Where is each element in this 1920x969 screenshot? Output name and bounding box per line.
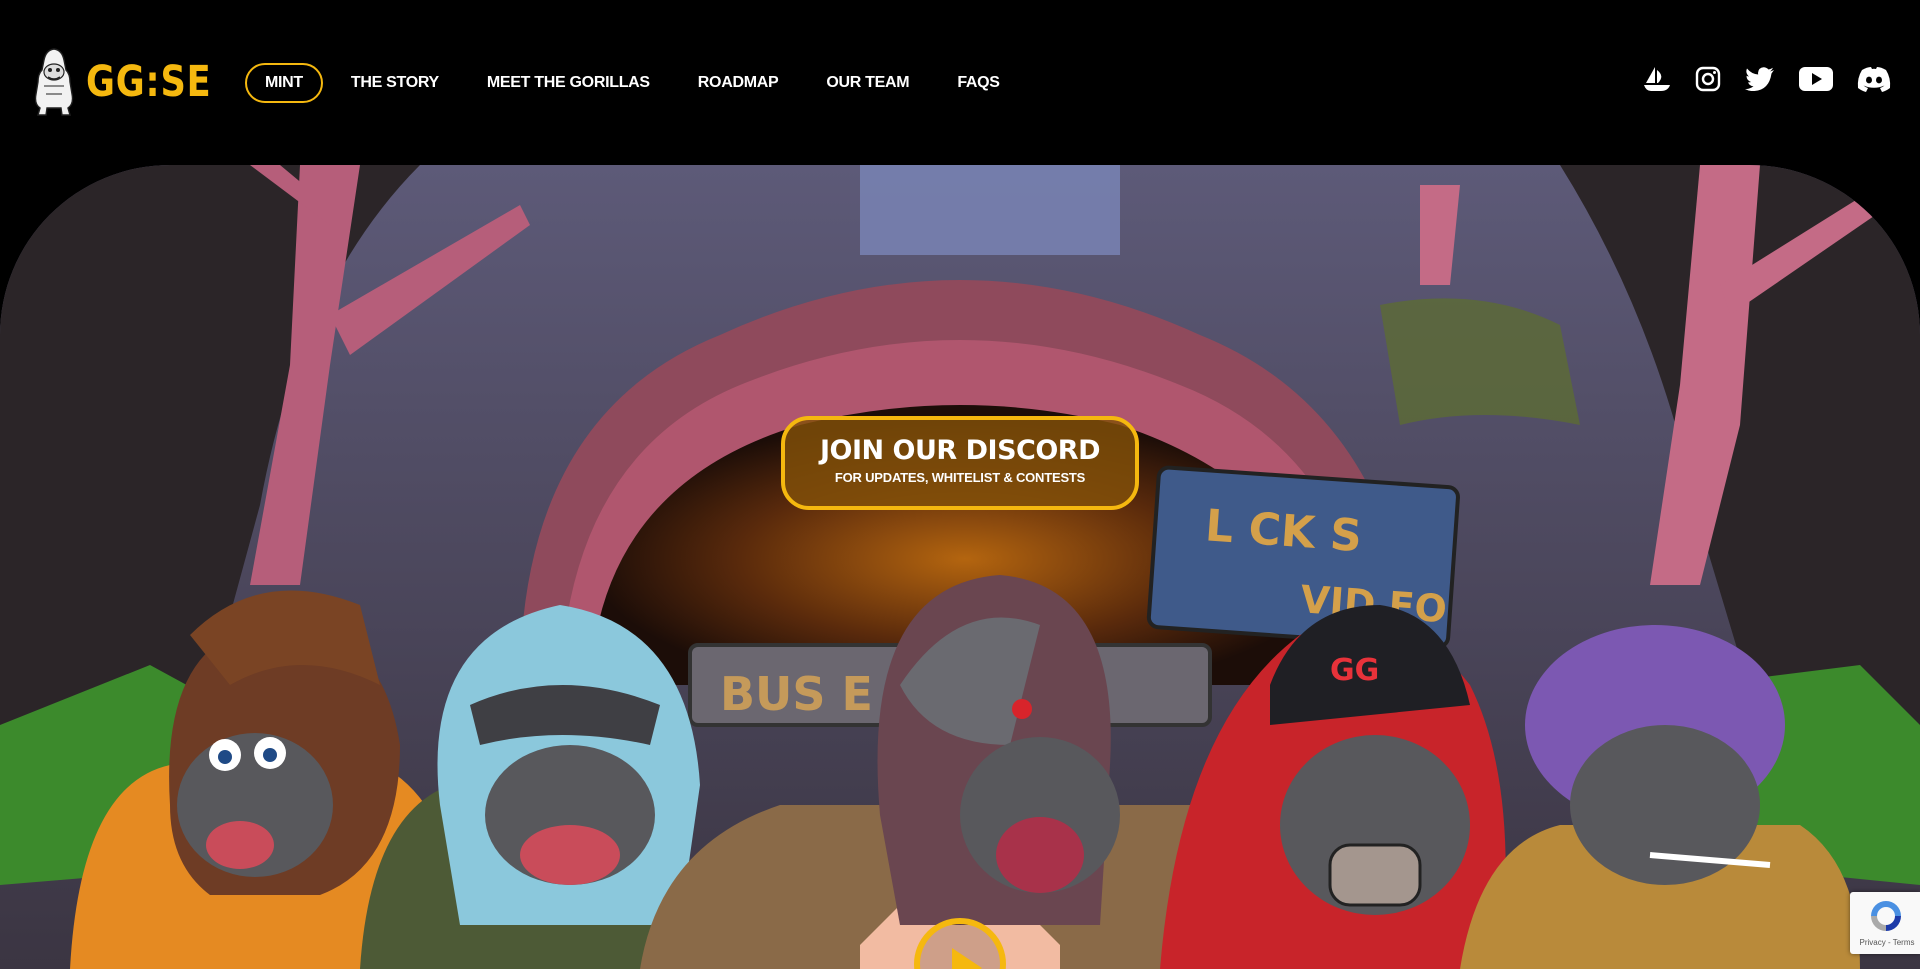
join-discord-button[interactable]: JOIN OUR DISCORD FOR UPDATES, WHITELIST … (781, 416, 1139, 510)
main-nav: MINT THE STORY MEET THE GORILLAS ROADMAP… (245, 63, 1000, 103)
cta-subtitle: FOR UPDATES, WHITELIST & CONTESTS (834, 470, 1086, 485)
social-links (1619, 66, 1891, 92)
recaptcha-badge[interactable]: Privacy - Terms (1850, 892, 1920, 954)
store-sign-text-top: L CK S (1204, 500, 1364, 562)
nav-item-the-story[interactable]: THE STORY (351, 63, 439, 103)
play-icon (952, 948, 982, 969)
twitter-icon[interactable] (1745, 67, 1775, 91)
recaptcha-icon (1871, 901, 1901, 931)
nav-item-meet-the-gorillas[interactable]: MEET THE GORILLAS (487, 63, 650, 103)
recaptcha-links[interactable]: Privacy - Terms (1854, 938, 1920, 947)
hero-illustration: L CK S VID EO BUS E GG (0, 165, 1920, 969)
opensea-icon[interactable] (1643, 66, 1671, 92)
cap-logo-text: GG (1330, 653, 1379, 688)
discord-icon[interactable] (1857, 66, 1891, 92)
nav-item-mint[interactable]: MINT (245, 63, 323, 103)
hero-banner: L CK S VID EO BUS E GG (0, 165, 1920, 969)
youtube-icon[interactable] (1799, 67, 1833, 91)
nav-item-roadmap[interactable]: ROADMAP (698, 63, 779, 103)
top-navigation-bar: GG:SE MINT THE STORY MEET THE GORILLAS R… (0, 0, 1920, 165)
nav-item-our-team[interactable]: OUR TEAM (826, 63, 909, 103)
logo-wordmark: GG:SE (86, 56, 212, 107)
site-logo[interactable]: GG:SE (34, 48, 239, 116)
gorilla-mascot-icon (34, 48, 74, 116)
bus-sign-text: BUS E (720, 667, 873, 721)
cta-title: JOIN OUR DISCORD (820, 435, 1100, 466)
nav-item-faqs[interactable]: FAQS (957, 63, 1000, 103)
instagram-icon[interactable] (1695, 66, 1721, 92)
